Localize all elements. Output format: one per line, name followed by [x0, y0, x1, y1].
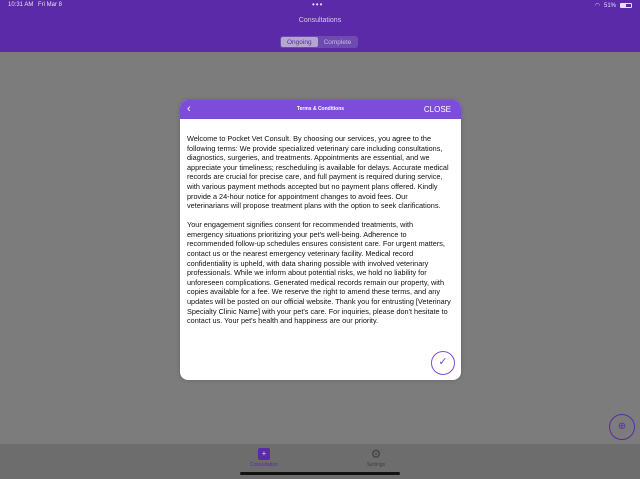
- gear-icon: ⚙: [370, 447, 382, 461]
- terms-paragraph: Welcome to Pocket Vet Consult. By choosi…: [187, 134, 449, 211]
- tab-settings-label: Settings: [366, 462, 386, 468]
- medical-kit-icon: ⊕: [617, 421, 627, 432]
- tab-consultation-label: Consultation: [250, 462, 278, 468]
- battery-icon: [620, 3, 632, 8]
- status-bar: 10:31 AM Fri Mar 8 ••• ◠ 51%: [0, 0, 640, 12]
- tab-ongoing[interactable]: Ongoing: [281, 37, 318, 47]
- modal-title: Terms & Conditions: [296, 106, 345, 112]
- battery-percent: 51%: [603, 2, 616, 9]
- status-time: 10:31 AM: [8, 2, 34, 8]
- app-header: 10:31 AM Fri Mar 8 ••• ◠ 51% Consultatio…: [0, 0, 640, 52]
- checkmark-icon: ✓: [438, 356, 448, 368]
- tab-settings[interactable]: ⚙ Settings: [346, 448, 406, 468]
- tab-consultation[interactable]: + Consultation: [234, 448, 294, 468]
- terms-modal: ‹ Terms & Conditions CLOSE Welcome to Po…: [180, 100, 461, 380]
- close-button[interactable]: CLOSE: [424, 105, 451, 114]
- home-indicator[interactable]: [240, 472, 400, 475]
- terms-paragraph: Your engagement signifies consent for re…: [187, 220, 451, 326]
- status-right: ◠ 51%: [595, 2, 632, 9]
- tab-complete[interactable]: Complete: [318, 37, 358, 47]
- multitasking-dots[interactable]: •••: [312, 0, 323, 9]
- consultation-icon: +: [258, 448, 270, 460]
- new-consultation-button[interactable]: ⊕: [609, 414, 635, 440]
- wifi-icon: ◠: [594, 3, 600, 9]
- modal-header: ‹ Terms & Conditions CLOSE: [180, 100, 461, 119]
- status-date: Fri Mar 8: [38, 2, 62, 8]
- terms-text: Welcome to Pocket Vet Consult. By choosi…: [180, 119, 461, 326]
- status-segmented-control: Ongoing Complete: [280, 36, 359, 48]
- page-title: Consultations: [298, 17, 342, 24]
- accept-button[interactable]: ✓: [431, 351, 455, 375]
